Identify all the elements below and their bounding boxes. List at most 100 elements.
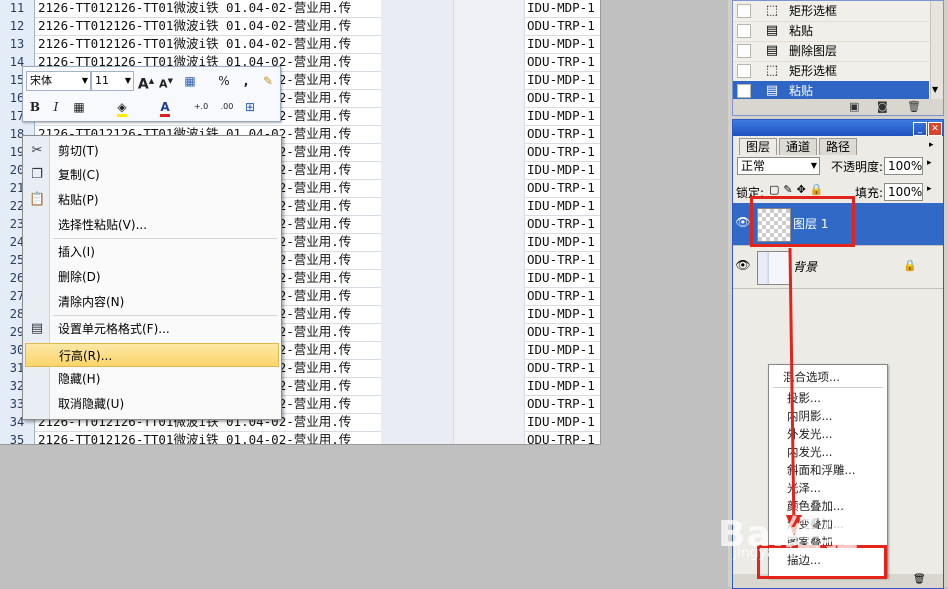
cell-b[interactable] [381, 17, 453, 35]
lock-icons[interactable]: ▢✎✥🔒 [769, 183, 828, 196]
cell-d[interactable]: ODU-TRP-1 [527, 251, 600, 269]
row-header[interactable]: 35 [0, 431, 35, 444]
fill-slider-icon[interactable]: ▸ [927, 184, 932, 194]
trash-icon[interactable]: 🗑 [907, 100, 921, 113]
panel-menu-icon[interactable]: ▸ [929, 140, 934, 150]
history-checkbox[interactable] [737, 44, 751, 58]
cell-d[interactable]: ODU-TRP-1 [527, 53, 600, 71]
cell-d[interactable]: IDU-MDP-1 [527, 107, 600, 125]
cell-c[interactable] [454, 305, 524, 323]
cell-c[interactable] [454, 251, 524, 269]
cell-c[interactable] [454, 323, 524, 341]
cell-d[interactable]: IDU-MDP-1 [527, 197, 600, 215]
cell-a[interactable]: 2126-TT012126-TT01微波i铁 01.04-02-营业用.传 [38, 35, 380, 53]
cell-b[interactable] [381, 305, 453, 323]
cell-a[interactable]: 2126-TT012126-TT01微波i铁 01.04-02-营业用.传 [38, 0, 380, 17]
table-row[interactable]: 35 2126-TT012126-TT01微波i铁 01.04-02-营业用.传 O… [0, 431, 600, 444]
cell-b[interactable] [381, 359, 453, 377]
cell-b[interactable] [381, 413, 453, 431]
format-painter-icon[interactable]: ✎ [259, 72, 277, 90]
font-size-select[interactable]: 11 ▼ [91, 71, 134, 91]
tab-layers[interactable]: 图层 [739, 138, 778, 155]
row-header[interactable]: 13 [0, 35, 35, 53]
menu-item-unhide[interactable]: 取消隐藏(U) [25, 392, 279, 416]
decrease-decimal-button[interactable]: .00 [215, 98, 239, 116]
cell-d[interactable]: ODU-TRP-1 [527, 17, 600, 35]
cell-d[interactable]: IDU-MDP-1 [527, 233, 600, 251]
menu-item-format-cells[interactable]: ▤ 设置单元格格式(F)... [25, 317, 279, 341]
minimize-icon[interactable]: _ [913, 122, 927, 136]
menu-item-row-height[interactable]: 行高(R)... [25, 343, 279, 367]
cell-c[interactable] [454, 431, 524, 444]
cell-d[interactable]: IDU-MDP-1 [527, 305, 600, 323]
history-item[interactable]: ⬚ 矩形选框 [733, 1, 929, 22]
cell-d[interactable]: ODU-TRP-1 [527, 89, 600, 107]
accounting-format-button[interactable]: ▦ [181, 72, 199, 90]
cell-c[interactable] [454, 107, 524, 125]
scroll-down-icon[interactable]: ▼ [932, 85, 938, 94]
menu-item-hide[interactable]: 隐藏(H) [25, 367, 279, 391]
cell-d[interactable]: ODU-TRP-1 [527, 359, 600, 377]
cell-c[interactable] [454, 377, 524, 395]
shrink-font-button[interactable]: A▼ [157, 72, 175, 91]
cell-d[interactable]: ODU-TRP-1 [527, 125, 600, 143]
cell-d[interactable]: ODU-TRP-1 [527, 215, 600, 233]
menu-item-clear-contents[interactable]: 清除内容(N) [25, 290, 279, 314]
cell-d[interactable]: IDU-MDP-1 [527, 413, 600, 431]
cell-b[interactable] [381, 161, 453, 179]
cell-b[interactable] [381, 0, 453, 17]
cell-c[interactable] [454, 53, 524, 71]
table-row[interactable]: 12 2126-TT012126-TT01微波i铁 01.04-02-营业用.传 O… [0, 17, 600, 36]
cell-d[interactable]: ODU-TRP-1 [527, 179, 600, 197]
cell-c[interactable] [454, 413, 524, 431]
bold-button[interactable]: B [26, 98, 44, 116]
history-checkbox[interactable] [737, 24, 751, 38]
fill-color-icon[interactable]: ◈ [113, 98, 131, 117]
cell-d[interactable]: IDU-MDP-1 [527, 35, 600, 53]
cell-b[interactable] [381, 395, 453, 413]
cell-b[interactable] [381, 107, 453, 125]
cell-b[interactable] [381, 431, 453, 444]
cell-c[interactable] [454, 269, 524, 287]
row-header[interactable]: 11 [0, 0, 35, 17]
history-item[interactable]: ▤ 粘贴 [733, 21, 929, 42]
cell-c[interactable] [454, 35, 524, 53]
cell-b[interactable] [381, 341, 453, 359]
cell-b[interactable] [381, 53, 453, 71]
percent-style-button[interactable]: % [215, 72, 233, 90]
cell-b[interactable] [381, 287, 453, 305]
cell-c[interactable] [454, 89, 524, 107]
menu-item-paste-special[interactable]: 选择性粘贴(V)... [25, 213, 279, 237]
blend-mode-select[interactable]: 正常 ▼ [737, 157, 820, 175]
table-row[interactable]: 11 2126-TT012126-TT01微波i铁 01.04-02-营业用.传 I… [0, 0, 600, 18]
cell-d[interactable]: ODU-TRP-1 [527, 431, 600, 444]
cell-d[interactable]: IDU-MDP-1 [527, 0, 600, 17]
row-header[interactable]: 12 [0, 17, 35, 35]
table-row[interactable]: 13 2126-TT012126-TT01微波i铁 01.04-02-营业用.传 I… [0, 35, 600, 54]
grow-font-button[interactable]: A▲ [137, 72, 155, 93]
cell-d[interactable]: ODU-TRP-1 [527, 287, 600, 305]
cell-c[interactable] [454, 287, 524, 305]
close-icon[interactable]: ✕ [928, 122, 942, 136]
cell-c[interactable] [454, 341, 524, 359]
new-document-icon[interactable]: ▣ [849, 100, 859, 113]
menu-item-copy[interactable]: ❐ 复制(C) [25, 163, 279, 187]
cell-b[interactable] [381, 35, 453, 53]
cell-b[interactable] [381, 323, 453, 341]
cell-d[interactable]: ODU-TRP-1 [527, 323, 600, 341]
opacity-input[interactable]: 100% [884, 157, 923, 175]
cell-b[interactable] [381, 143, 453, 161]
cell-b[interactable] [381, 269, 453, 287]
menu-item-delete[interactable]: 删除(D) [25, 265, 279, 289]
font-color-button[interactable]: A [156, 98, 174, 117]
cell-c[interactable] [454, 215, 524, 233]
comma-style-button[interactable]: , [237, 72, 255, 90]
menu-item-cut[interactable]: ✂ 剪切(T) [25, 139, 279, 163]
cell-b[interactable] [381, 89, 453, 107]
cell-b[interactable] [381, 71, 453, 89]
cell-c[interactable] [454, 0, 524, 17]
cell-b[interactable] [381, 197, 453, 215]
cell-c[interactable] [454, 179, 524, 197]
eye-icon[interactable]: 👁 [735, 258, 751, 274]
cell-c[interactable] [454, 161, 524, 179]
